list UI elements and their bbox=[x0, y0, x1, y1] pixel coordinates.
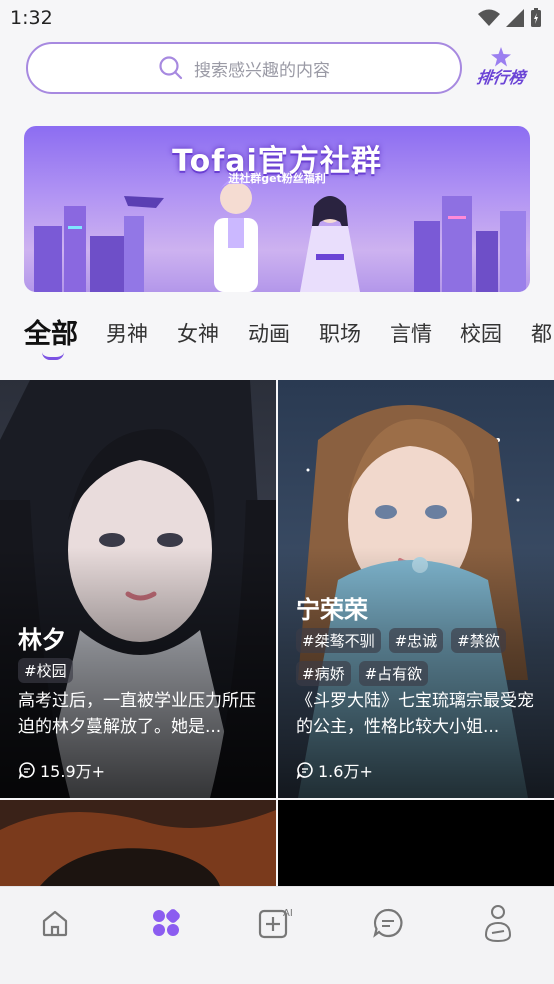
chat-count: 15.9万+ bbox=[18, 758, 105, 782]
tab-campus[interactable]: 校园 bbox=[460, 318, 502, 348]
messages-icon bbox=[373, 908, 403, 938]
nav-profile[interactable] bbox=[478, 903, 518, 943]
tab-active-indicator bbox=[42, 352, 64, 360]
category-tabs: 全部 男神 女神 动画 职场 言情 校园 都 bbox=[0, 306, 554, 360]
character-description: 《斗罗大陆》七宝琉璃宗最受宠的公主，性格比较大小姐... bbox=[296, 691, 534, 737]
ranking-button[interactable]: 排行榜 bbox=[472, 46, 530, 90]
tag: #忠诚 bbox=[388, 628, 444, 653]
status-icons bbox=[478, 8, 542, 28]
tag-list: #校园 bbox=[18, 658, 258, 683]
home-icon bbox=[42, 910, 68, 937]
nav-discover[interactable] bbox=[146, 903, 186, 943]
status-bar: 1:32 bbox=[0, 0, 554, 38]
search-icon bbox=[159, 56, 183, 80]
character-name: 宁荣荣 bbox=[296, 596, 368, 624]
chat-count: 1.6万+ bbox=[296, 758, 373, 782]
nav-home[interactable] bbox=[35, 903, 75, 943]
status-time: 1:32 bbox=[10, 7, 53, 29]
chat-bubble-icon bbox=[296, 762, 313, 779]
tag: #病娇 bbox=[296, 661, 351, 686]
bottom-nav: AI bbox=[0, 886, 554, 984]
nav-create[interactable]: AI bbox=[256, 903, 296, 943]
tab-all[interactable]: 全部 bbox=[24, 312, 78, 351]
nav-messages[interactable] bbox=[368, 903, 408, 943]
discover-icon bbox=[153, 909, 180, 936]
tab-anime[interactable]: 动画 bbox=[248, 318, 290, 348]
ranking-label: 排行榜 bbox=[475, 68, 527, 87]
banner-subtitle: 进社群get粉丝福利 bbox=[228, 172, 326, 185]
tag: #禁欲 bbox=[451, 628, 506, 653]
character-name: 林夕 bbox=[18, 626, 66, 654]
tab-male[interactable]: 男神 bbox=[106, 318, 148, 348]
tag-list: #桀骜不驯 #忠诚 #禁欲 #病娇 #占有欲 bbox=[296, 628, 536, 686]
character-card[interactable] bbox=[278, 800, 554, 886]
chat-count-value: 1.6万+ bbox=[318, 762, 373, 781]
tag: #占有欲 bbox=[358, 661, 429, 686]
character-card[interactable]: 林夕 #校园 高考过后，一直被学业压力所压迫的林夕蔓解放了。她是... 15.9… bbox=[0, 380, 276, 798]
character-description: 高考过后，一直被学业压力所压迫的林夕蔓解放了。她是... bbox=[18, 691, 256, 737]
character-card[interactable]: 宁荣荣 #桀骜不驯 #忠诚 #禁欲 #病娇 #占有欲 《斗罗大陆》七宝琉璃宗最受… bbox=[278, 380, 554, 798]
tab-workplace[interactable]: 职场 bbox=[319, 318, 361, 348]
svg-text:AI: AI bbox=[283, 908, 293, 919]
tag: #校园 bbox=[18, 658, 73, 683]
tab-female[interactable]: 女神 bbox=[177, 318, 219, 348]
tab-romance[interactable]: 言情 bbox=[390, 318, 432, 348]
battery-icon bbox=[531, 8, 541, 27]
chat-count-value: 15.9万+ bbox=[40, 762, 106, 781]
character-card[interactable] bbox=[0, 800, 276, 886]
character-portrait bbox=[0, 800, 276, 886]
signal-icon bbox=[506, 9, 524, 27]
chat-bubble-icon bbox=[18, 762, 35, 779]
search-bar[interactable]: 搜索感兴趣的内容 bbox=[26, 42, 462, 94]
community-banner[interactable]: Tofai官方社群 进社群get粉丝福利 bbox=[24, 126, 530, 292]
profile-icon bbox=[484, 905, 512, 943]
tab-urban[interactable]: 都 bbox=[531, 318, 552, 348]
search-placeholder: 搜索感兴趣的内容 bbox=[194, 60, 330, 81]
create-ai-icon: AI bbox=[258, 908, 293, 939]
wifi-icon bbox=[478, 9, 500, 26]
tag: #桀骜不驯 bbox=[296, 628, 381, 653]
app-root: 1:32 搜索感兴趣的内容 排行榜 Tofai官方社群 进社群get粉丝福利 全… bbox=[0, 0, 554, 984]
